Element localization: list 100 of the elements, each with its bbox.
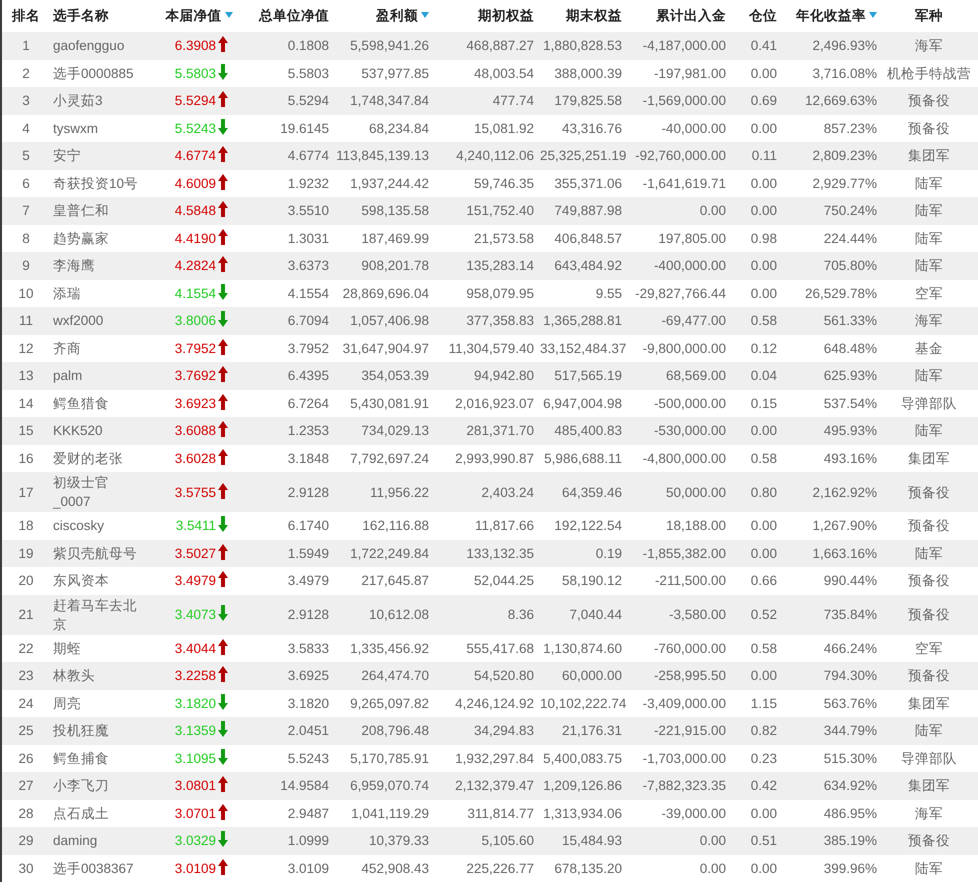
rank-cell: 15 <box>2 417 50 444</box>
table-cell: 7,040.44 <box>537 594 625 634</box>
net-value: 3.2258 <box>174 668 216 684</box>
table-cell: 2.9128 <box>238 472 332 512</box>
table-cell: 0.00 <box>729 662 780 690</box>
table-cell: 0.11 <box>729 142 780 170</box>
column-header[interactable]: 总单位净值 <box>238 0 332 32</box>
column-header[interactable]: 排名 <box>2 0 50 32</box>
table-cell: -4,187,000.00 <box>625 32 729 60</box>
table-cell: 15,484.93 <box>537 827 625 854</box>
table-cell: 10,379.33 <box>332 827 432 854</box>
table-cell: 15,081.92 <box>432 114 537 142</box>
table-cell: 26,529.78% <box>780 280 880 307</box>
table-cell: 3.5510 <box>238 197 332 224</box>
table-cell: 990.44% <box>780 567 880 594</box>
table-cell: 7,792,697.24 <box>332 444 432 472</box>
table-cell: 1,335,456.92 <box>332 634 432 662</box>
player-name: 鳄鱼捕食 <box>50 744 160 772</box>
table-cell: -40,000.00 <box>625 114 729 142</box>
table-cell: 0.00 <box>729 170 780 197</box>
player-name: 投机狂魔 <box>50 717 160 744</box>
player-name: 选手0038367 <box>50 854 160 882</box>
table-cell: 集团军 <box>880 142 978 170</box>
table-cell: 648.48% <box>780 334 880 362</box>
column-header[interactable]: 年化收益率 <box>780 0 880 32</box>
column-header[interactable]: 盈利额 <box>332 0 432 32</box>
table-cell: 0.41 <box>729 32 780 60</box>
net-value: 3.4979 <box>174 573 216 588</box>
table-cell: 9,265,097.82 <box>332 690 432 717</box>
column-header[interactable]: 军种 <box>880 0 978 32</box>
rank-cell: 12 <box>2 334 50 362</box>
table-cell: 陆军 <box>880 170 978 197</box>
column-header[interactable]: 仓位 <box>729 0 780 32</box>
table-cell: 1,932,297.84 <box>432 744 537 772</box>
rank-cell: 17 <box>2 472 50 512</box>
table-cell: 5,400,083.75 <box>537 744 625 772</box>
table-cell: 466.24% <box>780 634 880 662</box>
table-cell: 3.0109 <box>238 854 332 882</box>
rank-cell: 13 <box>2 362 50 390</box>
table-cell: 0.69 <box>729 87 780 114</box>
table-cell: -3,580.00 <box>625 594 729 634</box>
table-cell: 1,722,249.84 <box>332 540 432 567</box>
column-header[interactable]: 选手名称 <box>50 0 160 32</box>
table-cell: -3,409,000.00 <box>625 690 729 717</box>
table-cell: 0.80 <box>729 472 780 512</box>
player-name: gaofengguo <box>50 32 160 60</box>
sort-icon[interactable] <box>224 12 232 18</box>
rank-cell: 27 <box>2 772 50 800</box>
table-cell: 452,908.43 <box>332 854 432 882</box>
table-cell: 0.19 <box>537 540 625 567</box>
table-cell: 预备役 <box>880 87 978 114</box>
table-cell: 0.66 <box>729 567 780 594</box>
column-header[interactable]: 期初权益 <box>432 0 537 32</box>
table-cell: 857.23% <box>780 114 880 142</box>
column-header[interactable]: 累计出入金 <box>625 0 729 32</box>
table-cell: -760,000.00 <box>625 634 729 662</box>
table-cell: 10,612.08 <box>332 594 432 634</box>
table-cell: 6.7094 <box>238 307 332 334</box>
net-value: 3.1095 <box>174 750 216 766</box>
rank-cell: 29 <box>2 827 50 854</box>
table-cell: 406,848.57 <box>537 224 625 252</box>
player-name: wxf2000 <box>50 307 160 334</box>
table-cell: 94,942.80 <box>432 362 537 390</box>
table-cell: 197,805.00 <box>625 224 729 252</box>
table-cell: 113,845,139.13 <box>332 142 432 170</box>
table-cell: 0.00 <box>729 540 780 567</box>
table-cell: 2,929.77% <box>780 170 880 197</box>
rank-cell: 24 <box>2 690 50 717</box>
column-header[interactable]: 本届净值 <box>160 0 238 32</box>
table-cell: 179,825.58 <box>537 87 625 114</box>
player-name: 期蛭 <box>50 634 160 662</box>
table-cell: 281,371.70 <box>432 417 537 444</box>
table-cell: 34,294.83 <box>432 717 537 744</box>
table-cell: 陆军 <box>880 417 978 444</box>
table-cell: -39,000.00 <box>625 800 729 827</box>
net-value: 3.5027 <box>174 546 216 561</box>
rank-cell: 30 <box>2 854 50 882</box>
table-cell: 0.82 <box>729 717 780 744</box>
player-name: 赶着马车去北京 <box>50 594 160 634</box>
table-cell: 1,130,874.60 <box>537 634 625 662</box>
player-name: 周亮 <box>50 690 160 717</box>
table-cell: 151,752.40 <box>432 197 537 224</box>
player-name: 爱财的老张 <box>50 444 160 472</box>
net-value: 3.0701 <box>174 806 216 821</box>
table-cell: 31,647,904.97 <box>332 334 432 362</box>
table-cell: 2.9128 <box>238 594 332 634</box>
table-cell: 133,132.35 <box>432 540 537 567</box>
table-cell: 634.92% <box>780 772 880 800</box>
table-cell: 515.30% <box>780 744 880 772</box>
sort-icon[interactable] <box>421 12 429 18</box>
column-header[interactable]: 期末权益 <box>537 0 625 32</box>
table-cell: 陆军 <box>880 717 978 744</box>
table-cell: 陆军 <box>880 197 978 224</box>
table-cell: 28,869,696.04 <box>332 280 432 307</box>
table-cell: 388,000.39 <box>537 60 625 87</box>
sort-icon[interactable] <box>869 12 877 18</box>
table-cell: 4,240,112.06 <box>432 142 537 170</box>
table-cell: 陆军 <box>880 540 978 567</box>
table-cell: -400,000.00 <box>625 252 729 280</box>
table-cell: 1.9232 <box>238 170 332 197</box>
